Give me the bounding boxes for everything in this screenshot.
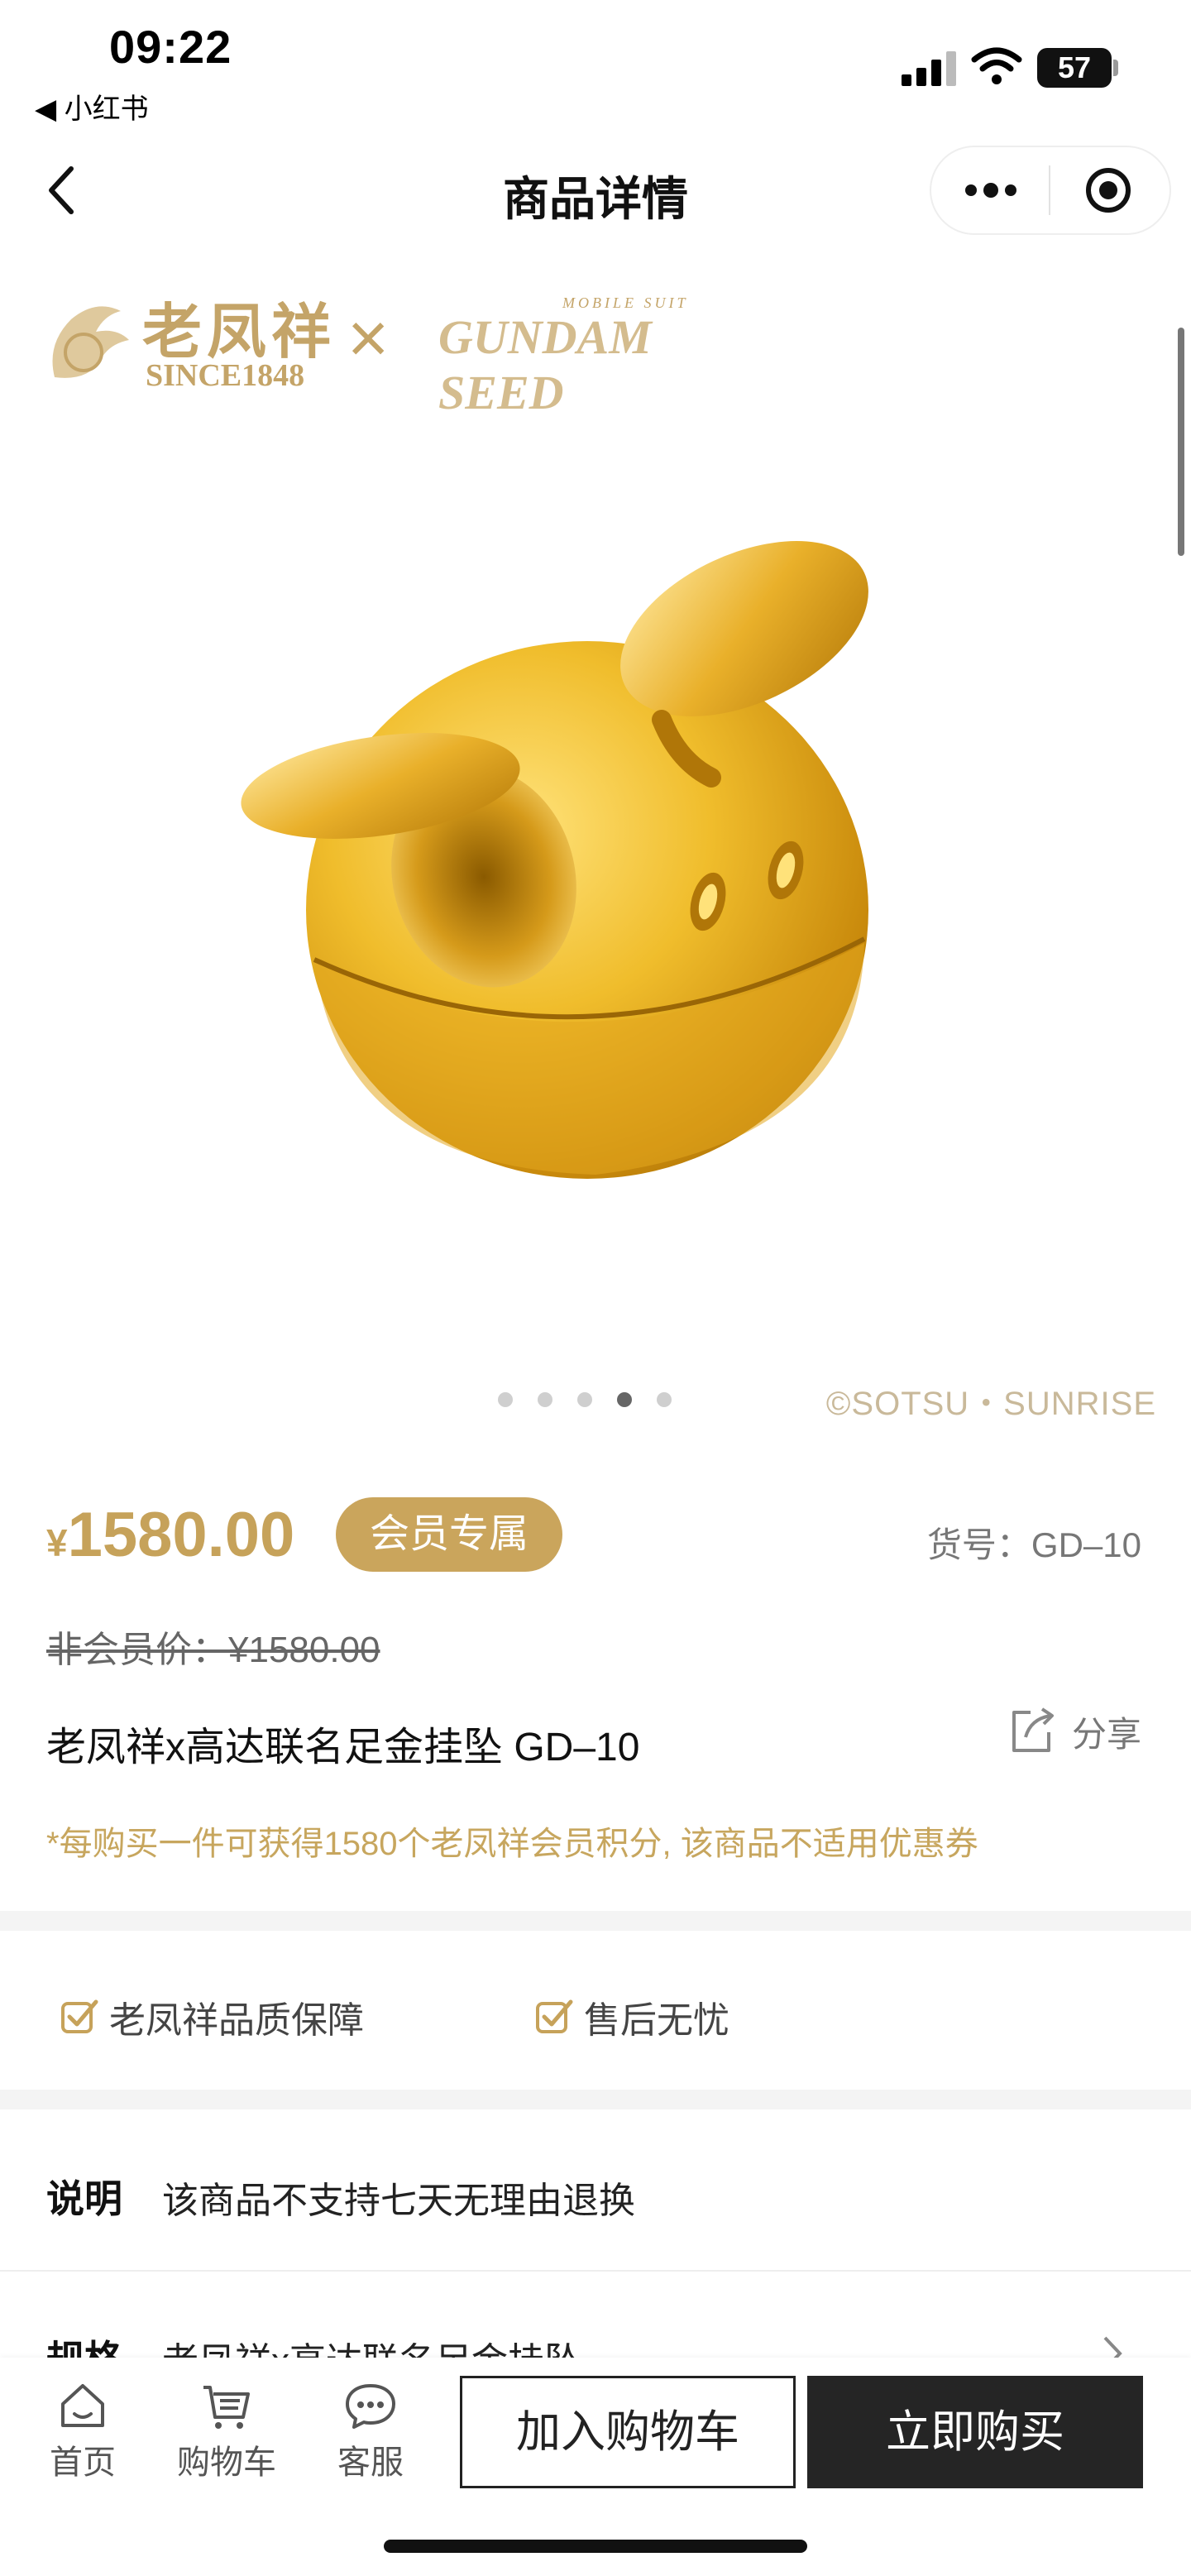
carousel-dot[interactable] — [577, 1392, 592, 1407]
assurance-aftersale: 售后无忧 — [534, 1990, 729, 2043]
product-image[interactable] — [215, 513, 910, 1241]
battery-indicator: 57 — [1037, 48, 1112, 88]
collab-logo: GUNDAM SEED — [438, 310, 652, 419]
carousel-dot-active[interactable] — [617, 1392, 632, 1407]
battery-tip — [1113, 60, 1118, 76]
member-exclusive-badge: 会员专属 — [336, 1497, 562, 1572]
scrollbar[interactable] — [1178, 328, 1184, 556]
chat-bubble-icon — [346, 2384, 395, 2429]
home-indicator — [384, 2540, 807, 2553]
brand-since: SINCE1848 — [146, 358, 305, 393]
assurance-label: 老凤祥品质保障 — [109, 2000, 364, 2041]
currency-symbol: ¥ — [46, 1521, 68, 1564]
section-gap — [0, 2090, 1191, 2109]
member-price: ¥1580.00 — [46, 1499, 294, 1571]
share-button[interactable]: 分享 — [1006, 1706, 1141, 1757]
more-options-icon[interactable] — [961, 180, 1021, 200]
non-member-price: 非会员价：¥1580.00 — [46, 1630, 380, 1670]
info-row-label: 说明 — [46, 2177, 122, 2220]
brand-banner: 老凤祥 SINCE1848 × MOBILE SUIT GUNDAM SEED — [33, 281, 777, 419]
capsule-divider — [1049, 165, 1050, 215]
carousel-dot[interactable] — [538, 1392, 552, 1407]
assurance-label: 售后无忧 — [584, 2000, 729, 2041]
signal-icon — [902, 50, 958, 86]
tab-home[interactable]: 首页 — [33, 2381, 132, 2483]
price-value: 1580.00 — [67, 1500, 295, 1570]
phoenix-logo-icon — [52, 306, 129, 378]
info-row-text: 该商品不支持七天无理由退换 — [162, 2181, 635, 2221]
checkbox-icon — [536, 1999, 573, 2033]
share-label: 分享 — [1072, 1714, 1142, 1754]
share-icon — [1012, 1707, 1054, 1752]
tab-cart[interactable]: 购物车 — [177, 2381, 276, 2483]
carousel-dot[interactable] — [657, 1392, 672, 1407]
checkbox-icon — [61, 1999, 98, 2033]
carousel-dot[interactable] — [498, 1392, 513, 1407]
buy-now-button[interactable]: 立即购买 — [807, 2376, 1143, 2488]
image-copyright: ©SOTSU・SUNRISE — [825, 1386, 1156, 1422]
close-miniapp-icon[interactable] — [1083, 165, 1133, 215]
wifi-icon — [971, 47, 1022, 84]
status-time: 09:22 — [109, 21, 232, 73]
tab-label: 首页 — [50, 2444, 116, 2481]
home-icon — [61, 2384, 104, 2427]
cart-icon — [203, 2386, 250, 2429]
section-gap — [0, 1911, 1191, 1931]
tab-label: 客服 — [337, 2444, 404, 2481]
tab-label: 购物车 — [177, 2444, 276, 2481]
product-name: 老凤祥x高达联名足金挂坠 GD–10 — [46, 1726, 640, 1769]
tab-customer-service[interactable]: 客服 — [321, 2381, 420, 2483]
collab-times-symbol: × — [347, 299, 390, 378]
row-divider — [0, 2270, 1191, 2272]
points-note: *每购买一件可获得1580个老凤祥会员积分, 该商品不适用优惠券 — [46, 1826, 978, 1862]
add-to-cart-button[interactable]: 加入购物车 — [460, 2376, 796, 2488]
product-sku: 货号：GD–10 — [926, 1525, 1141, 1564]
back-to-app-link[interactable]: ◀ 小红书 — [35, 86, 149, 127]
assurance-quality: 老凤祥品质保障 — [60, 1990, 364, 2043]
